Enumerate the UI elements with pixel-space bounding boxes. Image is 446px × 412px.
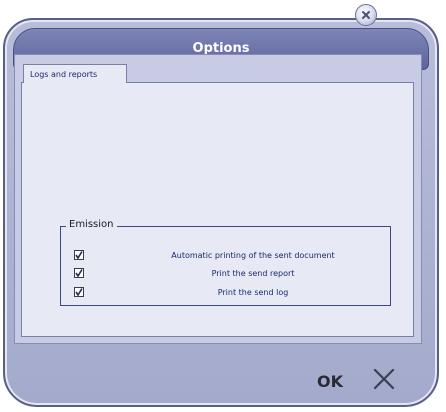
option-print-send-log[interactable]: Print the send log xyxy=(74,286,384,300)
option-label: Automatic printing of the sent document xyxy=(171,251,335,260)
checkbox-automatic-printing[interactable] xyxy=(74,250,84,260)
option-label: Print the send log xyxy=(217,288,289,297)
ok-button[interactable]: OK xyxy=(317,372,343,391)
close-window-button[interactable] xyxy=(355,4,377,26)
checkmark-icon xyxy=(75,288,83,297)
emission-group-legend: Emission xyxy=(66,219,117,230)
checkbox-print-send-report[interactable] xyxy=(74,268,84,278)
option-label: Print the send report xyxy=(211,269,295,278)
tab-logs-and-reports[interactable]: Logs and reports xyxy=(23,64,127,83)
option-print-send-report[interactable]: Print the send report xyxy=(74,267,384,281)
checkmark-icon xyxy=(75,251,83,260)
cancel-button[interactable] xyxy=(372,367,396,391)
close-x-icon xyxy=(373,368,395,390)
checkmark-icon xyxy=(75,269,83,278)
close-icon xyxy=(362,11,370,19)
option-automatic-printing[interactable]: Automatic printing of the sent document xyxy=(74,249,384,263)
checkbox-print-send-log[interactable] xyxy=(74,287,84,297)
